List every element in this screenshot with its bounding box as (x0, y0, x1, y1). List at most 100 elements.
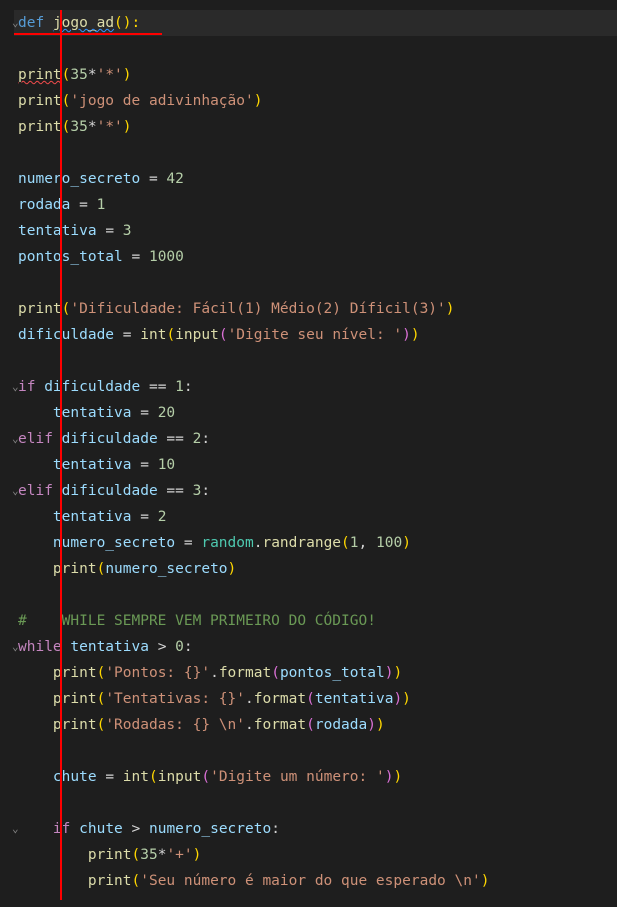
keyword: elif (18, 431, 53, 447)
variable: dificuldade (44, 379, 140, 395)
string-literal: 'jogo de adivinhação' (70, 93, 253, 109)
number-literal: 3 (123, 223, 132, 239)
annotation-vertical-line (60, 10, 62, 900)
string-literal: 'Digite um número: ' (210, 769, 385, 785)
string-literal: '+' (166, 847, 192, 863)
string-literal: 'Tentativas: {}' (105, 691, 245, 707)
code-line[interactable]: tentativa = 10 (14, 452, 617, 478)
code-editor[interactable]: ⌄ def jogo_ad(): print(35*'*') print('jog… (0, 0, 617, 904)
string-literal: '*' (97, 67, 123, 83)
number-literal: 1 (97, 197, 106, 213)
code-line[interactable]: print('Tentativas: {}'.format(tentativa)… (14, 686, 617, 712)
code-line[interactable] (14, 790, 617, 816)
function-call: print (88, 873, 132, 889)
punctuation: (): (114, 15, 140, 31)
code-line[interactable]: print('jogo de adivinhação') (14, 88, 617, 114)
variable: tentativa (53, 457, 132, 473)
variable: pontos_total (280, 665, 385, 681)
code-line[interactable] (14, 348, 617, 374)
variable: dificuldade (62, 431, 158, 447)
variable: rodada (315, 717, 367, 733)
variable: tentativa (315, 691, 394, 707)
code-line[interactable]: tentativa = 20 (14, 400, 617, 426)
function-call: print (18, 119, 62, 135)
code-line[interactable]: ⌄while tentativa > 0: (14, 634, 617, 660)
code-line[interactable]: print('Pontos: {}'.format(pontos_total)) (14, 660, 617, 686)
code-line[interactable] (14, 738, 617, 764)
string-literal: 'Digite seu nível: ' (228, 327, 403, 343)
code-line[interactable]: # WHILE SEMPRE VEM PRIMEIRO DO CÓDIGO! (14, 608, 617, 634)
keyword: while (18, 639, 62, 655)
code-line[interactable]: print('Dificuldade: Fácil(1) Médio(2) Dí… (14, 296, 617, 322)
fold-icon[interactable]: ⌄ (12, 374, 19, 400)
fold-icon[interactable]: ⌄ (12, 426, 19, 452)
method: format (219, 665, 271, 681)
string-literal: '*' (97, 119, 123, 135)
annotation-underline (14, 33, 162, 35)
number-literal: 2 (158, 509, 167, 525)
fold-icon[interactable]: ⌄ (12, 478, 19, 504)
function-call: print (18, 67, 62, 83)
number-literal: 1 (175, 379, 184, 395)
variable: tentativa (53, 509, 132, 525)
code-line[interactable]: print(numero_secreto) (14, 556, 617, 582)
code-line[interactable]: numero_secreto = 42 (14, 166, 617, 192)
variable: chute (79, 821, 123, 837)
number-literal: 0 (175, 639, 184, 655)
code-line[interactable] (14, 270, 617, 296)
code-line[interactable]: chute = int(input('Digite um número: ')) (14, 764, 617, 790)
builtin: int (140, 327, 166, 343)
number-literal: 100 (376, 535, 402, 551)
code-line[interactable]: print('Seu número é maior do que esperad… (14, 868, 617, 894)
function-call: print (88, 847, 132, 863)
number-literal: 1 (350, 535, 359, 551)
keyword: if (18, 379, 35, 395)
number-literal: 10 (158, 457, 175, 473)
string-literal: 'Pontos: {}' (105, 665, 210, 681)
number-literal: 42 (166, 171, 183, 187)
fold-icon[interactable]: ⌄ (12, 634, 19, 660)
string-literal: 'Dificuldade: Fácil(1) Médio(2) Díficil(… (70, 301, 445, 317)
code-line[interactable] (14, 582, 617, 608)
code-line[interactable] (14, 140, 617, 166)
variable: numero_secreto (53, 535, 175, 551)
code-line[interactable]: ⌄elif dificuldade == 3: (14, 478, 617, 504)
code-line[interactable]: ⌄ if chute > numero_secreto: (14, 816, 617, 842)
code-line[interactable]: tentativa = 3 (14, 218, 617, 244)
builtin: input (158, 769, 202, 785)
variable: rodada (18, 197, 70, 213)
variable: dificuldade (62, 483, 158, 499)
variable: tentativa (70, 639, 149, 655)
variable: tentativa (53, 405, 132, 421)
code-line[interactable]: numero_secreto = random.randrange(1, 100… (14, 530, 617, 556)
number-literal: 20 (158, 405, 175, 421)
method: format (254, 691, 306, 707)
variable: dificuldade (18, 327, 114, 343)
function-call: print (18, 93, 62, 109)
code-line[interactable]: print(35*'*') (14, 114, 617, 140)
code-line[interactable]: print(35*'+') (14, 842, 617, 868)
keyword-def: def (18, 15, 44, 31)
code-line[interactable]: ⌄elif dificuldade == 2: (14, 426, 617, 452)
code-line[interactable]: ⌄if dificuldade == 1: (14, 374, 617, 400)
variable: tentativa (18, 223, 97, 239)
code-line[interactable]: rodada = 1 (14, 192, 617, 218)
code-line[interactable]: pontos_total = 1000 (14, 244, 617, 270)
fold-icon[interactable]: ⌄ (12, 816, 19, 842)
method: randrange (262, 535, 341, 551)
keyword: elif (18, 483, 53, 499)
module: random (201, 535, 253, 551)
comment: # WHILE SEMPRE VEM PRIMEIRO DO CÓDIGO! (18, 613, 376, 629)
code-line[interactable] (14, 36, 617, 62)
number-literal: 1000 (149, 249, 184, 265)
string-literal: 'Rodadas: {} \n' (105, 717, 245, 733)
string-literal: 'Seu número é maior do que esperado \n' (140, 873, 480, 889)
number-literal: 35 (70, 119, 87, 135)
code-line[interactable]: tentativa = 2 (14, 504, 617, 530)
builtin: input (175, 327, 219, 343)
code-line[interactable]: dificuldade = int(input('Digite seu níve… (14, 322, 617, 348)
function-name: jogo_ad (53, 15, 114, 31)
number-literal: 35 (70, 67, 87, 83)
code-line[interactable]: print(35*'*') (14, 62, 617, 88)
code-line[interactable]: print('Rodadas: {} \n'.format(rodada)) (14, 712, 617, 738)
